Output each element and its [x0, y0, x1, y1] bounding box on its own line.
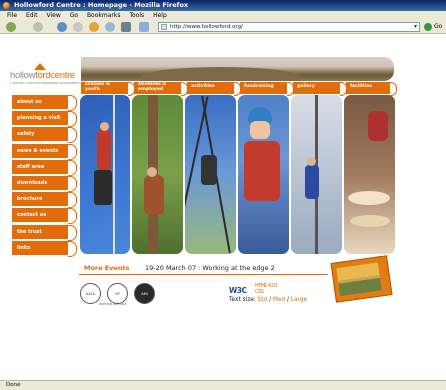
menu-view[interactable]: View	[47, 12, 61, 19]
photo-strip	[80, 95, 395, 254]
text-size-label: Text size:	[229, 297, 256, 303]
tab-gallery[interactable]: gallery	[293, 82, 347, 96]
more-events-link[interactable]: More Events	[84, 264, 130, 272]
navigation-toolbar: http://www.hollowford.org/ ▾ Go	[0, 20, 446, 34]
event-text[interactable]: 19-20 March 07 : Working at the edge 2	[145, 264, 275, 272]
iip-caption: INVESTOR IN PEOPLE	[99, 303, 127, 306]
address-bar[interactable]: http://www.hollowford.org/	[158, 22, 420, 32]
menu-bookmarks[interactable]: Bookmarks	[87, 12, 121, 19]
forward-icon[interactable]	[33, 22, 43, 32]
sidebar-item-brochure[interactable]: brochure	[12, 192, 77, 209]
tab-activities[interactable]: activities	[187, 82, 241, 96]
menu-help[interactable]: Help	[153, 12, 167, 19]
address-dropdown-icon[interactable]: ▾	[414, 23, 420, 30]
tab-students-employed[interactable]: students & employed	[134, 82, 188, 96]
sidebar-item-planning-a-visit[interactable]: planning a visit	[12, 111, 77, 128]
photo-climber[interactable]	[80, 95, 130, 254]
brochure-thumbnail[interactable]	[330, 255, 393, 303]
tab-facilities[interactable]: facilities	[346, 82, 397, 96]
photo-woodland[interactable]	[132, 95, 183, 254]
logo-hollow: hollow	[10, 70, 36, 81]
photo-rope-course[interactable]	[185, 95, 236, 254]
print-icon[interactable]	[121, 22, 131, 32]
w3c-logo[interactable]: W3C HTML 4.01 CSS	[229, 283, 278, 295]
menu-go[interactable]: Go	[70, 12, 78, 19]
logo-mountain-icon	[34, 63, 46, 70]
menu-edit[interactable]: Edit	[26, 12, 38, 19]
photo-zipline[interactable]	[291, 95, 342, 254]
events-bar: More Events 19-20 March 07 : Working at …	[79, 262, 328, 275]
sidebar-item-news-events[interactable]: news & events	[12, 143, 77, 160]
tab-fundraising[interactable]: fundraising	[240, 82, 294, 96]
reload-icon[interactable]	[57, 22, 67, 32]
sidebar-item-staff-area[interactable]: staff area	[12, 159, 77, 176]
photo-dining[interactable]	[344, 95, 395, 254]
sidebar-item-downloads[interactable]: downloads	[12, 175, 77, 192]
mail-icon[interactable]	[139, 22, 149, 32]
sidebar-item-safety[interactable]: safety	[12, 127, 77, 144]
sidebar-item-about-us[interactable]: about us	[12, 95, 77, 111]
status-bar: Done	[0, 380, 446, 390]
sidebar-item-the-trust[interactable]: the trust	[12, 224, 77, 241]
text-size-std[interactable]: Std	[258, 297, 268, 303]
logo-fordcentre: fordcentre	[35, 70, 75, 81]
text-size-large[interactable]: Large	[291, 297, 307, 303]
menu-bar: File Edit View Go Bookmarks Tools Help	[0, 11, 446, 20]
text-size-controls: Text size: Std / Med / Large	[229, 297, 308, 303]
logo-tagline: A HISTORIC CASTLETON RESIDENTIAL ENVIRON…	[10, 82, 80, 85]
ami-badge-icon[interactable]: AMI	[134, 283, 155, 304]
window-title: Hollowford Centre : Homepage - Mozilla F…	[14, 1, 189, 9]
firefox-icon	[3, 2, 10, 9]
home-icon[interactable]	[89, 22, 99, 32]
photo-helmet-kid[interactable]	[238, 95, 289, 254]
history-icon[interactable]	[105, 22, 115, 32]
go-icon[interactable]	[424, 23, 432, 31]
sidebar-nav: about us planning a visit safety news & …	[12, 95, 77, 257]
back-icon[interactable]	[6, 22, 16, 32]
menu-file[interactable]: File	[7, 12, 17, 19]
top-tabs: schools & youth students & employed activi…	[79, 82, 397, 96]
aala-badge-icon[interactable]: AALA	[80, 283, 101, 304]
window-title-bar: Hollowford Centre : Homepage - Mozilla F…	[0, 0, 446, 11]
status-text: Done	[6, 382, 21, 388]
go-button[interactable]: Go	[434, 23, 442, 30]
stop-icon[interactable]	[73, 22, 83, 32]
sidebar-item-contact-us[interactable]: contact us	[12, 208, 77, 225]
header-banner-image	[81, 57, 394, 81]
site-logo[interactable]: hollowfordcentre A HISTORIC CASTLETON RE…	[10, 61, 80, 87]
page-icon	[161, 24, 167, 30]
menu-tools[interactable]: Tools	[129, 12, 144, 19]
address-text: http://www.hollowford.org/	[170, 24, 243, 30]
text-size-med[interactable]: Med	[273, 297, 285, 303]
css-valid-link[interactable]: CSS	[255, 289, 277, 295]
tab-schools-youth[interactable]: schools & youth	[81, 82, 135, 96]
sidebar-item-links[interactable]: links	[12, 240, 77, 257]
iip-badge-icon[interactable]: IIP	[107, 283, 128, 304]
